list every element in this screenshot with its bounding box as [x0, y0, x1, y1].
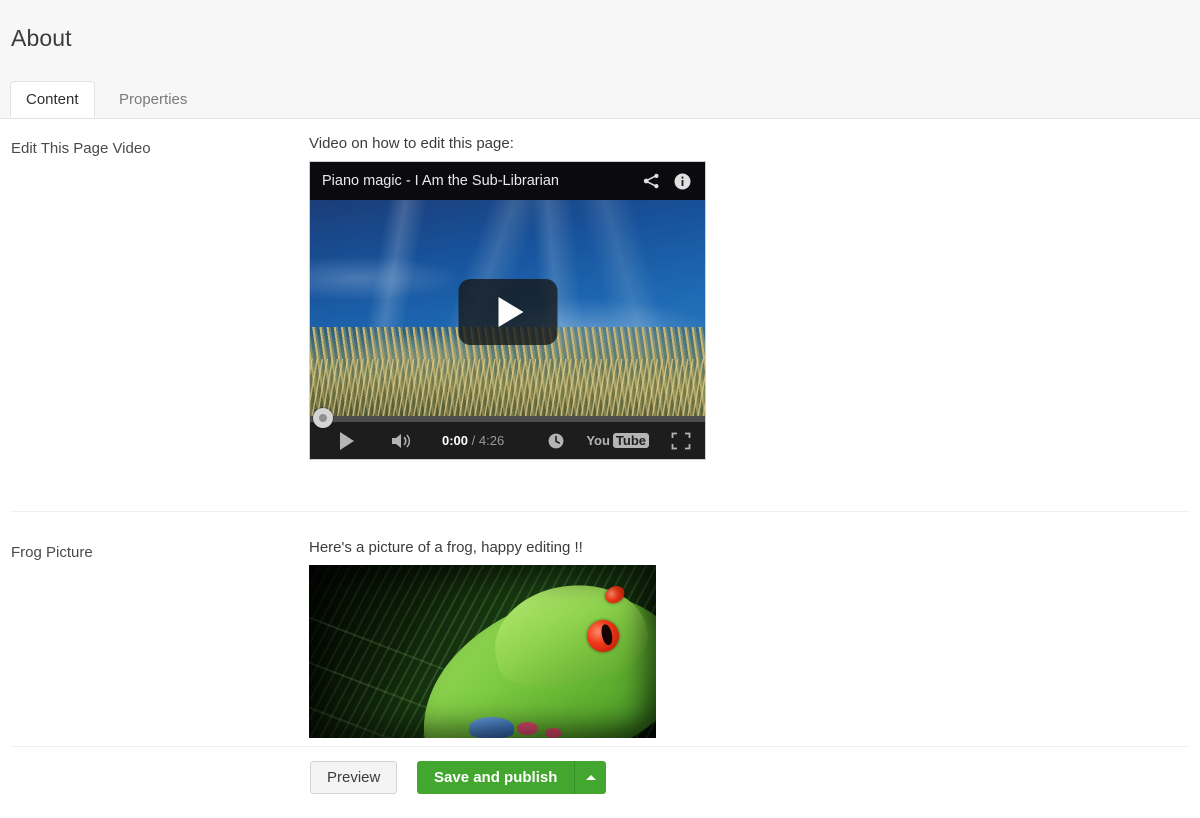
row-label-video: Edit This Page Video [11, 140, 151, 157]
save-and-publish-button[interactable]: Save and publish [417, 761, 575, 794]
share-icon[interactable] [643, 173, 660, 189]
row-label-frog: Frog Picture [11, 544, 93, 561]
frog-toe [517, 722, 538, 735]
save-and-publish-group: Save and publish [417, 761, 607, 794]
frog-toe [544, 727, 563, 738]
content-area: Edit This Page Video Video on how to edi… [0, 119, 1200, 818]
row-divider-1 [10, 511, 1190, 512]
page-title: About [11, 25, 72, 51]
fullscreen-icon[interactable] [671, 432, 691, 450]
frog-foot [468, 717, 514, 738]
youtube-logo-tube: Tube [612, 433, 649, 448]
youtube-video-player[interactable]: Piano magic - I Am the Sub-Librarian 0:0… [309, 161, 706, 460]
video-control-bar: 0:00 / 4:26 You Tube [310, 408, 705, 459]
row-text-video: Video on how to edit this page: [309, 135, 514, 152]
current-time: 0:00 [442, 433, 469, 448]
footer-action-bar: Preview Save and publish [0, 747, 1200, 818]
play-icon [340, 431, 354, 450]
progress-handle[interactable] [313, 408, 333, 428]
play-overlay-button[interactable] [458, 279, 557, 345]
frog-picture[interactable] [309, 565, 656, 738]
control-bar-right-group: You Tube [548, 432, 705, 450]
video-title-bar: Piano magic - I Am the Sub-Librarian [310, 162, 705, 200]
grass-layer-front [310, 358, 705, 424]
youtube-logo: You Tube [586, 433, 649, 448]
preview-button[interactable]: Preview [310, 761, 398, 794]
video-title: Piano magic - I Am the Sub-Librarian [322, 173, 559, 189]
page-header: About Content Properties [0, 0, 1200, 119]
play-icon [498, 297, 523, 327]
frog-pupil [599, 623, 614, 646]
progress-bar[interactable] [310, 416, 705, 422]
volume-button[interactable] [390, 432, 414, 450]
youtube-logo-you: You [586, 433, 610, 448]
play-button[interactable] [340, 431, 354, 450]
clock-icon[interactable] [548, 433, 564, 449]
save-dropdown-button[interactable] [574, 761, 607, 794]
info-icon[interactable] [674, 173, 691, 190]
caret-up-icon [585, 775, 596, 780]
time-display: 0:00 / 4:26 [442, 433, 504, 448]
total-time: / 4:26 [471, 433, 505, 448]
tab-strip: Content Properties [0, 81, 1200, 118]
volume-icon [392, 433, 411, 448]
video-thumbnail[interactable] [310, 200, 705, 424]
tab-properties[interactable]: Properties [104, 82, 202, 118]
tab-content[interactable]: Content [10, 81, 95, 118]
video-title-icon-group [643, 173, 693, 190]
frog-eye [584, 616, 623, 655]
row-text-frog: Here's a picture of a frog, happy editin… [309, 539, 583, 556]
